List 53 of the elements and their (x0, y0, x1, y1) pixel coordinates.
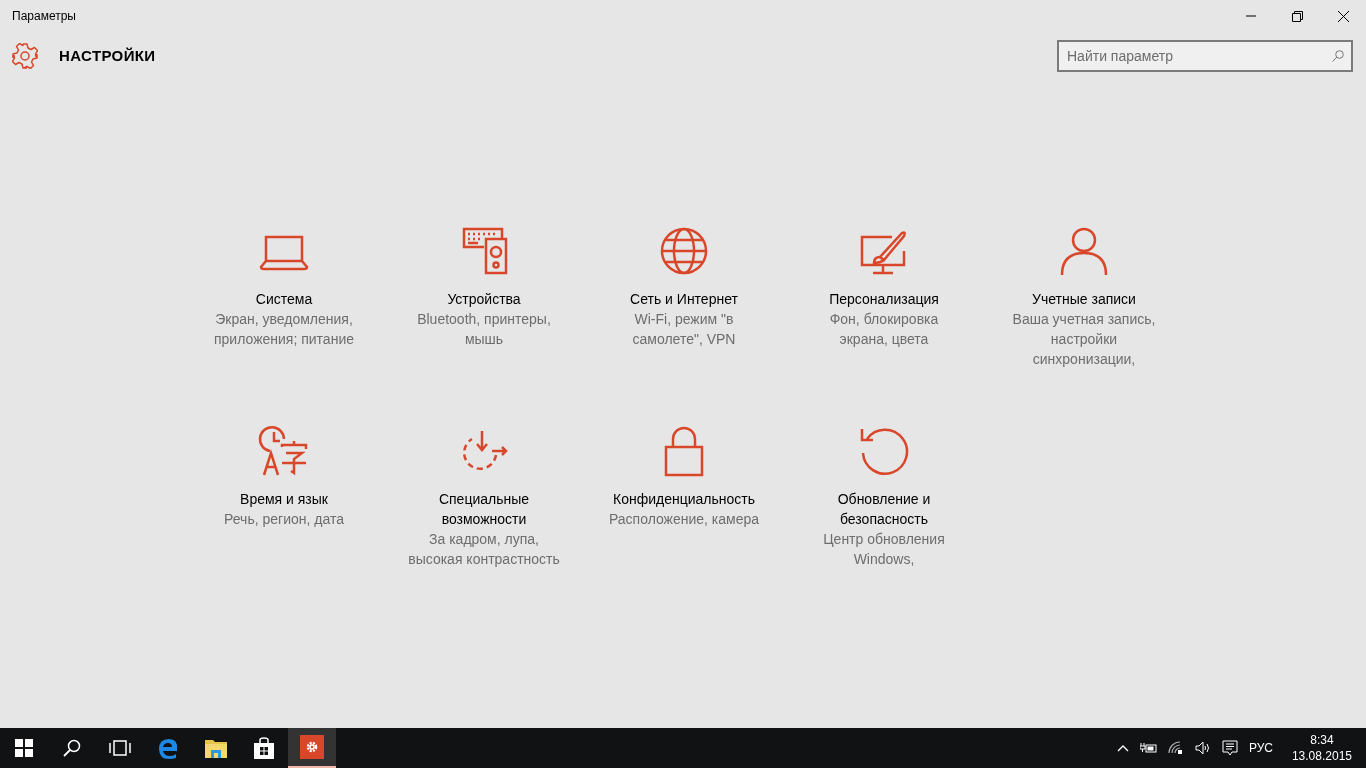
category-tile[interactable]: Обновление и безопасность Центр обновления Windows, (784, 425, 984, 605)
window-title: Параметры (12, 8, 76, 24)
category-tile[interactable]: Устройства Bluetooth, принтеры, мышь (384, 225, 584, 405)
category-title: Время и язык (240, 490, 328, 509)
taskbar-button[interactable] (288, 728, 336, 768)
close-icon (1337, 10, 1349, 22)
wifi-icon[interactable] (1167, 741, 1184, 755)
category-description: Фон, блокировка экрана, цвета (828, 310, 940, 349)
person-icon (1058, 225, 1110, 277)
category-title: Система (255, 290, 313, 309)
category-tile[interactable]: Конфиденциальность Расположение, камера (584, 425, 784, 605)
category-title: Обновление и безопасность (836, 490, 932, 529)
volume-icon[interactable] (1194, 741, 1211, 755)
browser-e-icon (157, 737, 179, 759)
settings-icon (300, 735, 324, 759)
search-field[interactable]: Найти параметр (1057, 40, 1353, 72)
page-heading: НАСТРОЙКИ (59, 45, 156, 66)
category-title: Сеть и Интернет (630, 290, 738, 309)
category-tile[interactable]: Учетные записи Ваша учетная запись, настройки синхронизации, (984, 225, 1184, 405)
category-title: Устройства (447, 290, 521, 309)
category-description: Wi-Fi, режим "в самолете", VPN (631, 310, 737, 349)
category-tile[interactable]: Специальные возможности За кадром, лупа, высокая контрастность (384, 425, 584, 605)
category-tile[interactable]: Система Экран, уведомления, приложения; питание (184, 225, 384, 405)
battery-plug-icon[interactable] (1139, 742, 1157, 754)
category-description: Экран, уведомления, приложения; питание (213, 310, 355, 349)
category-tile[interactable]: Персонализация Фон, блокировка экрана, цвета (784, 225, 984, 405)
category-tile[interactable]: Время и язык Речь, регион, дата (184, 425, 384, 605)
category-title: Конфиденциальность (613, 490, 755, 509)
clock[interactable]: 8:34 13.08.2015 (1291, 732, 1352, 764)
globe-icon (658, 225, 710, 277)
category-tile[interactable]: Сеть и Интернет Wi-Fi, режим "в самолете", VPN (584, 225, 784, 405)
clock-language-icon (258, 425, 310, 477)
category-description: Центр обновления Windows, (822, 530, 946, 569)
task-view-icon (109, 740, 131, 756)
refresh-icon (858, 425, 910, 477)
shopping-bag-icon (254, 737, 274, 759)
category-description: Bluetooth, принтеры, мышь (416, 310, 552, 349)
search-icon (1332, 50, 1344, 62)
category-title: Персонализация (829, 290, 939, 309)
search-icon (63, 739, 81, 757)
category-title: Учетные записи (1032, 290, 1136, 309)
restore-icon (1291, 10, 1303, 22)
category-description: Речь, регион, дата (224, 510, 344, 529)
category-title: Специальные возможности (437, 490, 531, 529)
gear-icon (12, 43, 38, 69)
category-description: Ваша учетная запись, настройки синхронизации, (1011, 310, 1157, 369)
folder-icon (205, 738, 227, 758)
chevron-up-icon[interactable] (1116, 744, 1129, 752)
category-description: Расположение, камера (608, 510, 760, 529)
category-description: За кадром, лупа, высокая контрастность (407, 530, 561, 569)
windows-logo-icon (15, 739, 33, 757)
notification-icon[interactable] (1221, 740, 1238, 756)
language-indicator[interactable]: РУС (1248, 740, 1273, 756)
